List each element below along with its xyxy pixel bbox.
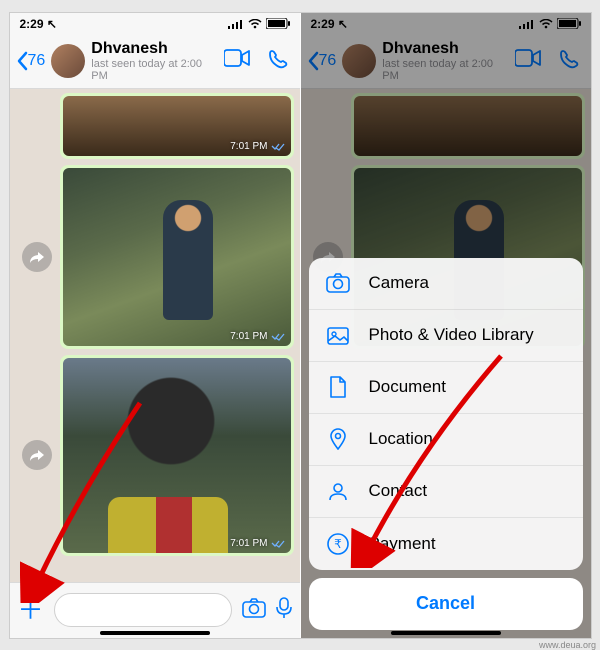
contact-icon — [325, 481, 351, 501]
document-icon — [325, 376, 351, 398]
contact-name: Dhvanesh — [91, 40, 217, 58]
chat-header: 76 Dhvanesh last seen today at 2:00 PM — [10, 35, 300, 89]
camera-icon — [325, 273, 351, 293]
message-bubble[interactable]: 7:01 PM — [60, 355, 294, 556]
sheet-item-payment[interactable]: ₹ Payment — [309, 518, 583, 570]
sheet-item-contact[interactable]: Contact — [309, 466, 583, 518]
forward-icon[interactable] — [22, 242, 52, 272]
photo-library-icon — [325, 325, 351, 345]
attach-plus-icon[interactable]: ＋ — [18, 597, 44, 623]
sheet-item-camera[interactable]: Camera — [309, 258, 583, 310]
last-seen: last seen today at 2:00 PM — [91, 58, 217, 82]
video-call-icon[interactable] — [224, 49, 250, 74]
sheet-item-label: Contact — [369, 481, 428, 501]
sheet-item-label: Photo & Video Library — [369, 325, 534, 345]
message-input-bar: ＋ — [10, 582, 300, 638]
sheet-item-label: Payment — [369, 534, 436, 554]
contact-info[interactable]: Dhvanesh last seen today at 2:00 PM — [91, 40, 217, 82]
sheet-item-label: Document — [369, 377, 446, 397]
back-count: 76 — [28, 52, 46, 70]
sheet-cancel-button[interactable]: Cancel — [309, 578, 583, 630]
battery-icon — [266, 18, 290, 29]
chat-scroll[interactable]: 7:01 PM 7:01 PM 7:01 PM — [10, 89, 300, 582]
avatar[interactable] — [51, 44, 85, 78]
message-input[interactable] — [54, 593, 232, 627]
payment-icon: ₹ — [325, 533, 351, 555]
status-time: 2:29 — [20, 17, 44, 31]
message-photo[interactable]: 7:01 PM — [63, 358, 291, 553]
voice-call-icon[interactable] — [268, 49, 288, 74]
location-icon — [325, 428, 351, 450]
camera-icon[interactable] — [242, 598, 266, 623]
phone-left: 2:29 ↖ 76 Dhvanesh last seen today at 2:… — [10, 13, 300, 638]
cell-signal-icon — [228, 19, 244, 29]
attach-action-sheet: Camera Photo & Video Library Document Lo… — [309, 258, 583, 630]
watermark: www.deua.org — [539, 640, 596, 650]
forward-icon[interactable] — [22, 440, 52, 470]
sheet-item-photo-library[interactable]: Photo & Video Library — [309, 310, 583, 362]
wifi-icon — [248, 19, 262, 29]
message-photo[interactable]: 7:01 PM — [63, 96, 291, 156]
phone-right: 2:29 ↖ 76 Dhvanesh last seen today at 2:… — [301, 13, 591, 638]
sheet-item-document[interactable]: Document — [309, 362, 583, 414]
message-bubble[interactable]: 7:01 PM — [60, 93, 294, 159]
sheet-item-location[interactable]: Location — [309, 414, 583, 466]
home-indicator[interactable] — [391, 631, 501, 635]
home-indicator[interactable] — [100, 631, 210, 635]
sheet-item-label: Location — [369, 429, 433, 449]
message-photo[interactable]: 7:01 PM — [63, 168, 291, 346]
svg-text:₹: ₹ — [334, 537, 342, 551]
back-button[interactable]: 76 — [16, 51, 46, 71]
message-bubble[interactable]: 7:01 PM — [60, 165, 294, 349]
status-bar: 2:29 ↖ — [10, 13, 300, 35]
mic-icon[interactable] — [276, 597, 292, 624]
sheet-item-label: Camera — [369, 273, 429, 293]
location-services-icon: ↖ — [47, 17, 57, 31]
